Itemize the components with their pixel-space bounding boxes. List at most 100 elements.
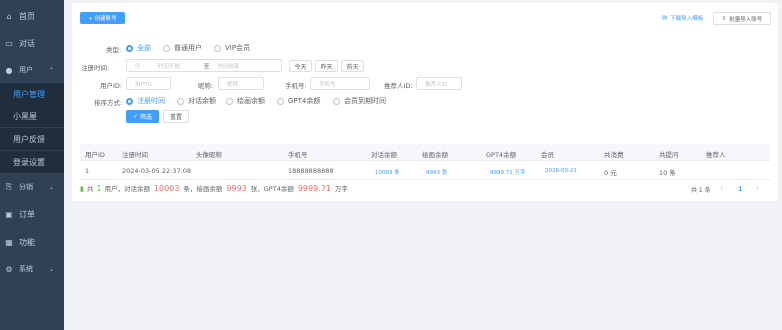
- sidebar-item-label: 首页: [19, 11, 35, 21]
- header-asked: 共提问: [659, 151, 679, 159]
- sort-radio-draw[interactable]: 绘画余额: [226, 96, 265, 106]
- radio-icon: [333, 97, 340, 105]
- cell-reg-time: 2024-03-05 22:37:08: [122, 167, 192, 175]
- chevron-down-icon: ⌄: [48, 183, 54, 191]
- nickname-label: 昵称:: [198, 82, 214, 90]
- cell-vip[interactable]: 2026-03-21: [545, 168, 577, 174]
- phone-input[interactable]: 手机号: [310, 77, 370, 90]
- radio-label: 绘画余额: [237, 97, 265, 105]
- sidebar-item-label: 小黑屋: [13, 111, 37, 121]
- sidebar-item-label: 用户管理: [13, 89, 45, 99]
- create-account-button[interactable]: + 创建账号: [80, 12, 125, 24]
- sidebar-item-label: 系统: [19, 265, 33, 273]
- header-reg-time: 注册时间: [122, 151, 148, 159]
- sidebar-item-user[interactable]: ● 用户 ⌃: [0, 59, 64, 81]
- reset-label: 重置: [169, 114, 182, 121]
- sidebar-item-user-manage[interactable]: 用户管理: [0, 83, 64, 105]
- start-time-placeholder: 时间开始: [157, 63, 180, 70]
- gear-icon: ⚙: [5, 264, 13, 274]
- sidebar-item-system[interactable]: ⚙ 系统 ⌄: [0, 258, 64, 280]
- header-draw: 绘画余额: [422, 151, 448, 159]
- radio-icon: [163, 44, 170, 52]
- clock-icon: ◷: [135, 62, 140, 69]
- uid-label: 用户ID:: [100, 82, 123, 90]
- reset-button[interactable]: 重置: [163, 110, 189, 123]
- reg-time-range-input[interactable]: ◷ 时间开始 至 时间结束: [126, 59, 282, 72]
- header-dialog: 对话余额: [371, 151, 397, 159]
- check-icon: ✓: [132, 113, 138, 120]
- upload-icon: ⇪: [721, 15, 727, 22]
- today-button[interactable]: 今天: [289, 60, 312, 72]
- yesterday-button[interactable]: 昨天: [315, 60, 338, 72]
- cell-uid: 1: [85, 167, 90, 175]
- bar-chart-icon: ▮: [80, 185, 84, 193]
- sort-radio-reg-time[interactable]: 注册时间: [126, 96, 165, 106]
- phone-label: 手机号:: [285, 82, 307, 90]
- sort-radio-vip-expire[interactable]: 会员到期时间: [333, 96, 386, 106]
- nickname-placeholder: 昵称: [227, 81, 239, 88]
- radio-icon: [126, 44, 133, 52]
- header-gpt4: GPT4余额: [486, 151, 517, 159]
- sidebar-item-distribution[interactable]: ⎘ 分销 ⌄: [0, 176, 64, 198]
- sidebar-item-label: 对话: [19, 38, 35, 48]
- document-icon: ▤: [662, 15, 668, 21]
- cell-dialog[interactable]: 10003 条: [375, 168, 400, 176]
- table-row[interactable]: 1 2024-03-05 22:37:08 18888888888 10003 …: [80, 161, 770, 180]
- today-label: 今天: [294, 63, 307, 71]
- summary-draw: 9993: [226, 184, 247, 193]
- summary-users: 1: [96, 184, 102, 193]
- sidebar-item-login-settings[interactable]: 登录设置: [0, 151, 64, 173]
- sidebar: ⌂ 首页 ▭ 对话 ● 用户 ⌃ 用户管理 小黑屋 用户反馈 登录设置 ⎘ 分销 ⌄ ▣ 订单…: [0, 0, 64, 330]
- header-spent: 共消费: [604, 151, 624, 159]
- end-time-placeholder: 时间结束: [217, 63, 240, 70]
- cell-gpt4[interactable]: 9999.71 万字: [490, 168, 526, 176]
- sidebar-item-order[interactable]: ▣ 订单: [0, 203, 64, 225]
- radio-icon: [177, 97, 184, 105]
- prev-page-button[interactable]: ‹: [720, 183, 723, 192]
- create-account-label: + 创建账号: [88, 16, 117, 22]
- page-number[interactable]: 1: [738, 185, 743, 193]
- nickname-input[interactable]: 昵称: [218, 77, 264, 90]
- download-template-link[interactable]: ▤ 下载导入模板: [662, 14, 703, 22]
- phone-placeholder: 手机号: [319, 81, 336, 88]
- search-button[interactable]: ✓ 筛选: [126, 110, 159, 123]
- referrer-input[interactable]: 推荐人ID: [416, 77, 462, 90]
- type-radio-vip[interactable]: VIP会员: [214, 43, 250, 53]
- uid-input[interactable]: 用户ID: [126, 77, 171, 90]
- batch-import-button[interactable]: ⇪ 批量导入账号: [713, 12, 771, 25]
- sidebar-item-blacklist[interactable]: 小黑屋: [0, 105, 64, 127]
- sidebar-item-dialog[interactable]: ▭ 对话: [0, 32, 64, 54]
- sort-radio-gpt4[interactable]: GPT4余额: [277, 96, 320, 106]
- table-header: 用户ID 注册时间 头像昵称 手机号 对话余额 绘画余额 GPT4余额 会员 共…: [80, 144, 770, 161]
- batch-import-label: 批量导入账号: [729, 16, 763, 23]
- share-icon: ⎘: [5, 182, 13, 191]
- main-card: + 创建账号 ▤ 下载导入模板 ⇪ 批量导入账号 类型: 全部 普通用户 VIP会员…: [72, 3, 778, 201]
- chevron-up-icon: ⌃: [48, 66, 54, 74]
- header-vip: 会员: [541, 151, 554, 159]
- yesterday-label: 昨天: [320, 63, 333, 71]
- type-radio-normal[interactable]: 普通用户: [163, 43, 202, 53]
- day-before-button[interactable]: 前天: [341, 60, 364, 72]
- summary-text: 张，GPT4余额: [250, 185, 294, 193]
- header-uid: 用户ID: [85, 151, 105, 159]
- header-nickname: 头像昵称: [196, 151, 222, 159]
- user-icon: ●: [5, 65, 13, 75]
- radio-icon: [126, 97, 133, 105]
- grid-icon: ▦: [5, 237, 13, 247]
- sidebar-item-home[interactable]: ⌂ 首页: [0, 5, 64, 27]
- next-page-button[interactable]: ›: [756, 183, 759, 192]
- sidebar-item-label: 用户: [19, 66, 33, 74]
- sidebar-item-feedback[interactable]: 用户反馈: [0, 128, 64, 150]
- download-template-label: 下载导入模板: [670, 16, 704, 22]
- sidebar-item-feature[interactable]: ▦ 功能: [0, 231, 64, 253]
- sidebar-item-label: 登录设置: [13, 157, 45, 167]
- sort-radio-dialog[interactable]: 对话余额: [177, 96, 216, 106]
- type-radio-all[interactable]: 全部: [126, 43, 151, 53]
- radio-label: 注册时间: [137, 97, 165, 105]
- summary-line: ▮ 共 1 用户，对话余额 10003 条，绘画余额 9993 张，GPT4余额…: [80, 183, 348, 193]
- sidebar-item-label: 功能: [19, 237, 35, 247]
- cell-phone: 18888888888: [288, 167, 334, 175]
- cell-draw[interactable]: 9993 张: [426, 168, 447, 176]
- lock-icon: ▣: [5, 209, 13, 219]
- summary-gpt4: 9999.71: [297, 184, 331, 193]
